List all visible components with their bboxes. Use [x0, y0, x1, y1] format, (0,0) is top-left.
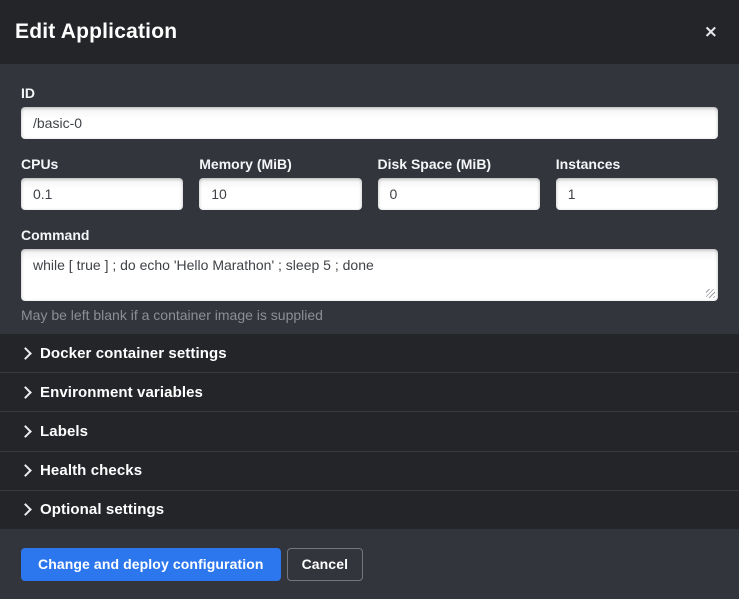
chevron-right-icon [19, 347, 32, 360]
modal-footer: Change and deploy configuration Cancel [0, 529, 739, 599]
id-field-group: ID [21, 85, 718, 139]
command-textarea[interactable]: while [ true ] ; do echo 'Hello Marathon… [21, 249, 718, 301]
command-textarea-wrap: while [ true ] ; do echo 'Hello Marathon… [21, 249, 718, 301]
modal-header: Edit Application × [0, 0, 739, 64]
cpus-input[interactable] [21, 178, 183, 210]
edit-application-modal: Edit Application × ID CPUs Memory (MiB) … [0, 0, 739, 599]
cpus-label: CPUs [21, 156, 183, 172]
chevron-right-icon [19, 504, 32, 517]
command-field-group: Command while [ true ] ; do echo 'Hello … [21, 227, 718, 323]
memory-label: Memory (MiB) [199, 156, 361, 172]
disk-space-field-group: Disk Space (MiB) [378, 156, 540, 210]
accordion-label: Optional settings [40, 501, 164, 518]
accordion-section: Docker container settings Environment va… [0, 334, 739, 529]
accordion-section-docker[interactable]: Docker container settings [0, 334, 739, 373]
accordion-label: Health checks [40, 462, 142, 479]
memory-input[interactable] [199, 178, 361, 210]
accordion-section-environment-variables[interactable]: Environment variables [0, 373, 739, 412]
instances-field-group: Instances [556, 156, 718, 210]
resources-row: CPUs Memory (MiB) Disk Space (MiB) Insta… [21, 156, 718, 210]
chevron-right-icon [19, 386, 32, 399]
cpus-field-group: CPUs [21, 156, 183, 210]
accordion-section-labels[interactable]: Labels [0, 412, 739, 451]
memory-field-group: Memory (MiB) [199, 156, 361, 210]
accordion-section-optional-settings[interactable]: Optional settings [0, 491, 739, 529]
command-help-text: May be left blank if a container image i… [21, 307, 718, 323]
disk-space-input[interactable] [378, 178, 540, 210]
command-label: Command [21, 227, 718, 243]
close-icon[interactable]: × [700, 22, 722, 43]
accordion-section-health-checks[interactable]: Health checks [0, 452, 739, 491]
modal-title: Edit Application [15, 20, 700, 44]
change-and-deploy-button[interactable]: Change and deploy configuration [21, 548, 281, 581]
accordion-label: Environment variables [40, 384, 203, 401]
form-section: ID CPUs Memory (MiB) Disk Space (MiB) In… [0, 64, 739, 334]
chevron-right-icon [19, 464, 32, 477]
accordion-label: Labels [40, 423, 88, 440]
instances-input[interactable] [556, 178, 718, 210]
accordion-label: Docker container settings [40, 345, 227, 362]
cancel-button[interactable]: Cancel [287, 548, 364, 581]
id-label: ID [21, 85, 718, 101]
id-input[interactable] [21, 107, 718, 139]
instances-label: Instances [556, 156, 718, 172]
chevron-right-icon [19, 425, 32, 438]
disk-space-label: Disk Space (MiB) [378, 156, 540, 172]
